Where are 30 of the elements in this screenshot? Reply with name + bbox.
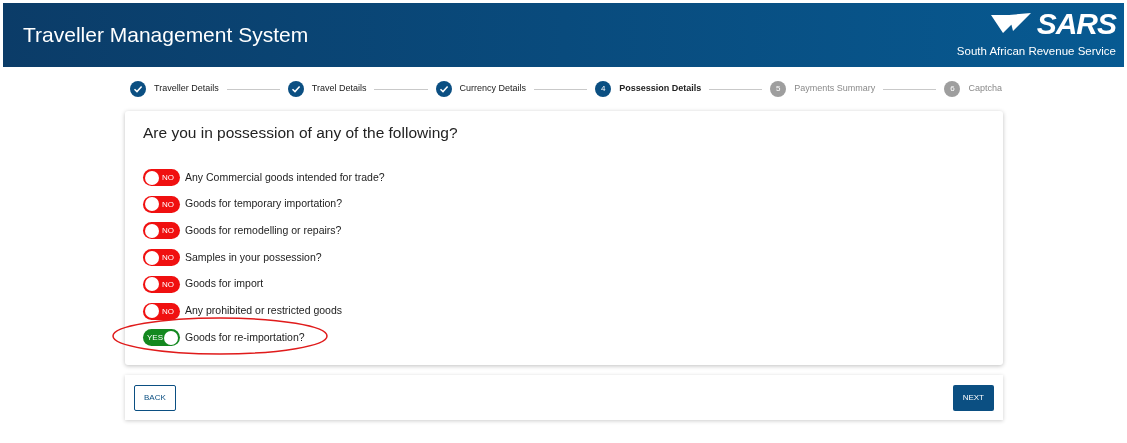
toggle-switch[interactable]: NO xyxy=(143,169,180,187)
question-label: Goods for re-importation? xyxy=(185,329,305,345)
step-number: 6 xyxy=(944,81,961,97)
step-label: Captcha xyxy=(968,82,1002,96)
step-label: Travel Details xyxy=(311,82,367,96)
step-number: 4 xyxy=(595,81,612,97)
logo-wordmark: SARS xyxy=(1036,9,1116,40)
organisation-name: South African Revenue Service xyxy=(956,44,1116,60)
question-label: Goods for import xyxy=(185,276,264,292)
toggle-switch[interactable]: NO xyxy=(143,249,180,267)
step-label: Payments Summary xyxy=(794,82,876,96)
question-label: Goods for temporary importation? xyxy=(185,196,342,212)
question-label: Goods for remodelling or repairs? xyxy=(185,223,342,239)
step-label: Possession Details xyxy=(619,82,702,96)
back-button[interactable]: BACK xyxy=(134,384,176,411)
next-button[interactable]: NEXT xyxy=(952,384,994,411)
question-label: Any prohibited or restricted goods xyxy=(185,303,342,319)
step-label: Currency Details xyxy=(459,82,527,96)
app-title: Traveller Management System xyxy=(23,22,309,49)
logo-icon xyxy=(990,13,1033,36)
step-label: Traveller Details xyxy=(154,82,219,96)
question-heading: Are you in possession of any of the following? xyxy=(143,123,459,143)
question-label: Samples in your possession? xyxy=(185,249,322,265)
toggle-switch[interactable]: NO xyxy=(143,222,180,240)
step-number: 5 xyxy=(770,81,787,97)
toggle-switch[interactable]: YES xyxy=(143,329,180,347)
toggle-switch[interactable]: NO xyxy=(143,302,180,320)
toggle-switch[interactable]: NO xyxy=(143,275,180,293)
question-label: Any Commercial goods intended for trade? xyxy=(185,169,385,185)
toggle-switch[interactable]: NO xyxy=(143,195,180,213)
